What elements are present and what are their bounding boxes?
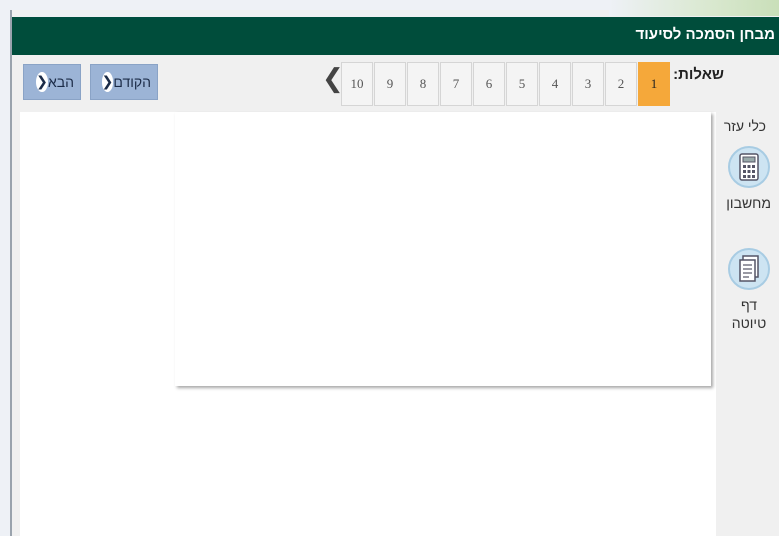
question-1-button[interactable]: 1 bbox=[638, 62, 670, 106]
calculator-tool[interactable]: מחשבון bbox=[726, 146, 771, 212]
question-3-button[interactable]: 3 bbox=[572, 62, 604, 106]
calculator-icon bbox=[728, 146, 770, 188]
question-6-button[interactable]: 6 bbox=[473, 62, 505, 106]
scratchpad-label-line2: טיוטה bbox=[731, 315, 767, 331]
questions-label: שאלות: bbox=[673, 66, 724, 83]
scratchpad-label-line1: דף bbox=[740, 297, 758, 313]
next-button[interactable]: הבא ❮ bbox=[23, 64, 81, 100]
previous-arrow-icon: ❮ bbox=[101, 72, 114, 92]
next-label: הבא bbox=[47, 74, 74, 90]
notepad-icon bbox=[728, 248, 770, 290]
question-pager: 10 9 8 7 6 5 4 3 2 1 bbox=[340, 62, 670, 106]
question-2-button[interactable]: 2 bbox=[605, 62, 637, 106]
scratchpad-label: דף טיוטה bbox=[727, 296, 771, 332]
page-title: מבחן הסמכה לסיעוד bbox=[635, 26, 775, 43]
header-bar: מבחן הסמכה לסיעוד bbox=[12, 17, 779, 55]
tools-title: כלי עזר bbox=[723, 118, 766, 134]
next-arrow-icon: ❮ bbox=[36, 72, 48, 92]
scratchpad-tool[interactable]: דף טיוטה bbox=[727, 248, 771, 332]
question-9-button[interactable]: 9 bbox=[374, 62, 406, 106]
question-7-button[interactable]: 7 bbox=[440, 62, 472, 106]
question-5-button[interactable]: 5 bbox=[506, 62, 538, 106]
previous-label: הקודם bbox=[113, 74, 151, 90]
question-4-button[interactable]: 4 bbox=[539, 62, 571, 106]
top-decoration bbox=[609, 0, 779, 16]
previous-button[interactable]: הקודם ❮ bbox=[90, 64, 158, 100]
calculator-label: מחשבון bbox=[726, 195, 771, 211]
question-card bbox=[175, 112, 711, 386]
question-8-button[interactable]: 8 bbox=[407, 62, 439, 106]
question-10-button[interactable]: 10 bbox=[341, 62, 373, 106]
